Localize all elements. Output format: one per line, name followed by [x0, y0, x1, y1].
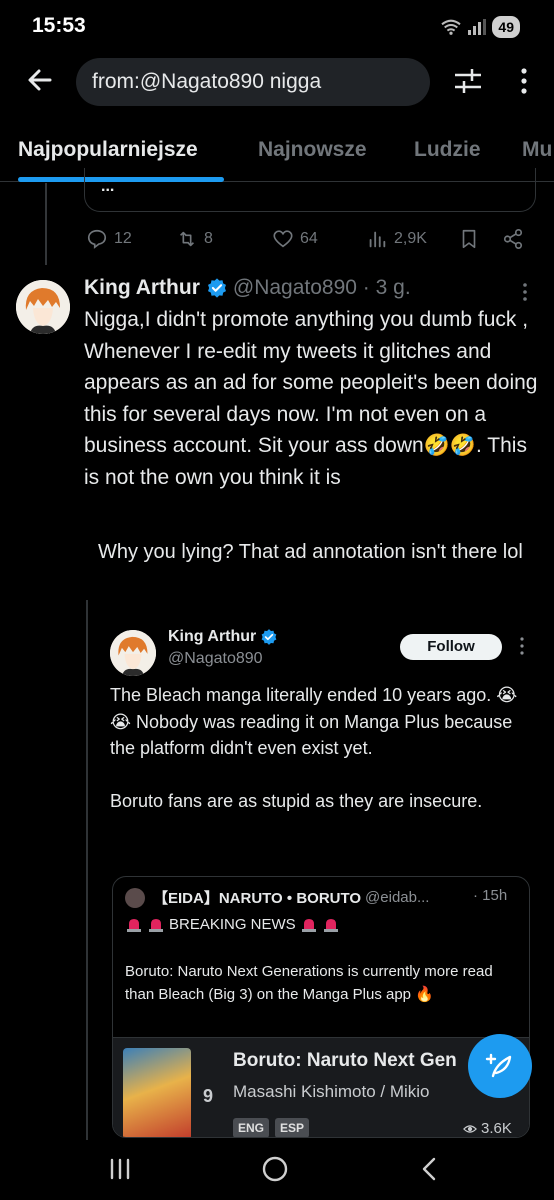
- time-separator: ·: [356, 276, 376, 299]
- share-icon: [503, 229, 523, 249]
- status-icons: 49: [440, 16, 520, 38]
- language-badge: ENG: [233, 1118, 270, 1137]
- compose-tweet-button[interactable]: [468, 1034, 532, 1098]
- avatar[interactable]: [16, 280, 70, 334]
- heart-icon: [273, 230, 293, 248]
- quoted-author-name: King Arthur: [168, 628, 283, 646]
- reply-button[interactable]: 12: [86, 228, 132, 250]
- manga-views-count: 3.6K: [481, 1120, 512, 1137]
- manga-views: 3.6K: [463, 1120, 512, 1137]
- manga-author: Masashi Kishimoto / Mikio: [233, 1082, 430, 1101]
- filter-sliders-icon[interactable]: [452, 66, 484, 96]
- status-time: 15:53: [32, 14, 86, 37]
- previous-quote-card[interactable]: ...: [84, 168, 536, 212]
- status-bar: 15:53 49: [0, 0, 554, 56]
- author-handle[interactable]: @Nagato890: [233, 276, 357, 300]
- feather-plus-icon: [485, 1053, 512, 1078]
- wifi-icon: [441, 19, 462, 35]
- quoted-tweet-text: The Bleach manga literally ended 10 year…: [110, 685, 518, 811]
- tweet-actions: 12 8 64 2,9K: [84, 228, 534, 256]
- recent-apps-icon[interactable]: [100, 1154, 140, 1184]
- quoted-avatar: [110, 630, 156, 676]
- views-chart-icon: [369, 231, 386, 248]
- inner-author-handle: @eidab...: [365, 889, 430, 906]
- tab-latest[interactable]: Najnowsze: [258, 138, 367, 162]
- previous-card-text: ...: [101, 178, 115, 195]
- inner-quote-card: 【EIDA】NARUTO • BORUTO @eidab... · 15h BR…: [112, 876, 530, 1138]
- tweet-text: Nigga,I didn't promote anything you dumb…: [84, 308, 538, 489]
- verified-badge-icon: [207, 278, 226, 298]
- retweet-count: 8: [204, 230, 213, 247]
- language-badge: ESP: [275, 1118, 310, 1137]
- breaking-news-text: BREAKING NEWS: [169, 915, 296, 933]
- screenshot-thread-line: [86, 600, 88, 1140]
- tweet-header: King Arthur @Nagato890 · 3 g.: [84, 276, 411, 300]
- anime-avatar-icon: [16, 280, 70, 334]
- battery-indicator: 49: [492, 16, 520, 38]
- share-button[interactable]: [502, 228, 524, 250]
- tab-media[interactable]: Mu: [522, 138, 552, 162]
- reply-count: 12: [114, 230, 132, 247]
- siren-icon: [127, 919, 141, 932]
- search-input[interactable]: from:@Nagato890 nigga: [76, 58, 430, 106]
- eye-icon: [463, 1124, 477, 1133]
- siren-icon: [323, 919, 338, 932]
- inner-header: 【EIDA】NARUTO • BORUTO @eidab...: [125, 887, 429, 908]
- author-name[interactable]: King Arthur: [84, 276, 200, 300]
- signal-icon: [468, 19, 487, 35]
- home-icon[interactable]: [255, 1154, 295, 1184]
- manga-ranking-card: 9 Boruto: Naruto Next Gen Masashi Kishim…: [113, 1037, 529, 1137]
- anime-avatar-icon: [110, 630, 156, 676]
- like-count: 64: [300, 230, 318, 247]
- inner-tweet-text: Boruto: Naruto Next Generations is curre…: [125, 963, 493, 1003]
- back-arrow-icon[interactable]: [24, 64, 56, 96]
- inner-time: · 15h: [473, 887, 508, 904]
- views-button[interactable]: 2,9K: [366, 228, 427, 250]
- siren-icon: [301, 919, 316, 932]
- more-options-icon[interactable]: [518, 66, 530, 96]
- breaking-news-line: BREAKING NEWS: [125, 915, 340, 933]
- follow-button: Follow: [400, 634, 502, 660]
- tab-top[interactable]: Najpopularniejsze: [18, 138, 198, 162]
- bookmark-icon: [462, 229, 476, 249]
- thread-line: [45, 183, 47, 265]
- manga-title: Boruto: Naruto Next Gen: [233, 1050, 457, 1071]
- inner-author-name: 【EIDA】NARUTO • BORUTO: [153, 890, 362, 907]
- screenshot-reply-text: Why you lying? That ad annotation isn't …: [98, 541, 523, 563]
- quoted-more-icon: [520, 637, 524, 655]
- like-button[interactable]: 64: [272, 228, 318, 250]
- manga-cover-image: [123, 1048, 191, 1137]
- tweet-time: 3 g.: [375, 276, 411, 299]
- system-back-icon[interactable]: [410, 1154, 450, 1184]
- system-navigation-bar: [0, 1140, 554, 1200]
- bookmark-button[interactable]: [458, 228, 480, 250]
- quoted-name-text: King Arthur: [168, 628, 257, 645]
- inner-avatar: [125, 887, 145, 908]
- search-header: from:@Nagato890 nigga: [0, 56, 554, 112]
- quoted-author-handle: @Nagato890: [168, 650, 263, 667]
- retweet-icon: [179, 231, 195, 247]
- tab-people[interactable]: Ludzie: [414, 138, 481, 162]
- retweet-button[interactable]: 8: [176, 228, 213, 250]
- views-count: 2,9K: [394, 230, 427, 247]
- reply-icon: [87, 229, 107, 249]
- tweet-more-icon[interactable]: [520, 282, 530, 302]
- verified-badge-icon: [261, 629, 277, 645]
- manga-rank: 9: [203, 1086, 214, 1106]
- siren-icon: [149, 919, 163, 932]
